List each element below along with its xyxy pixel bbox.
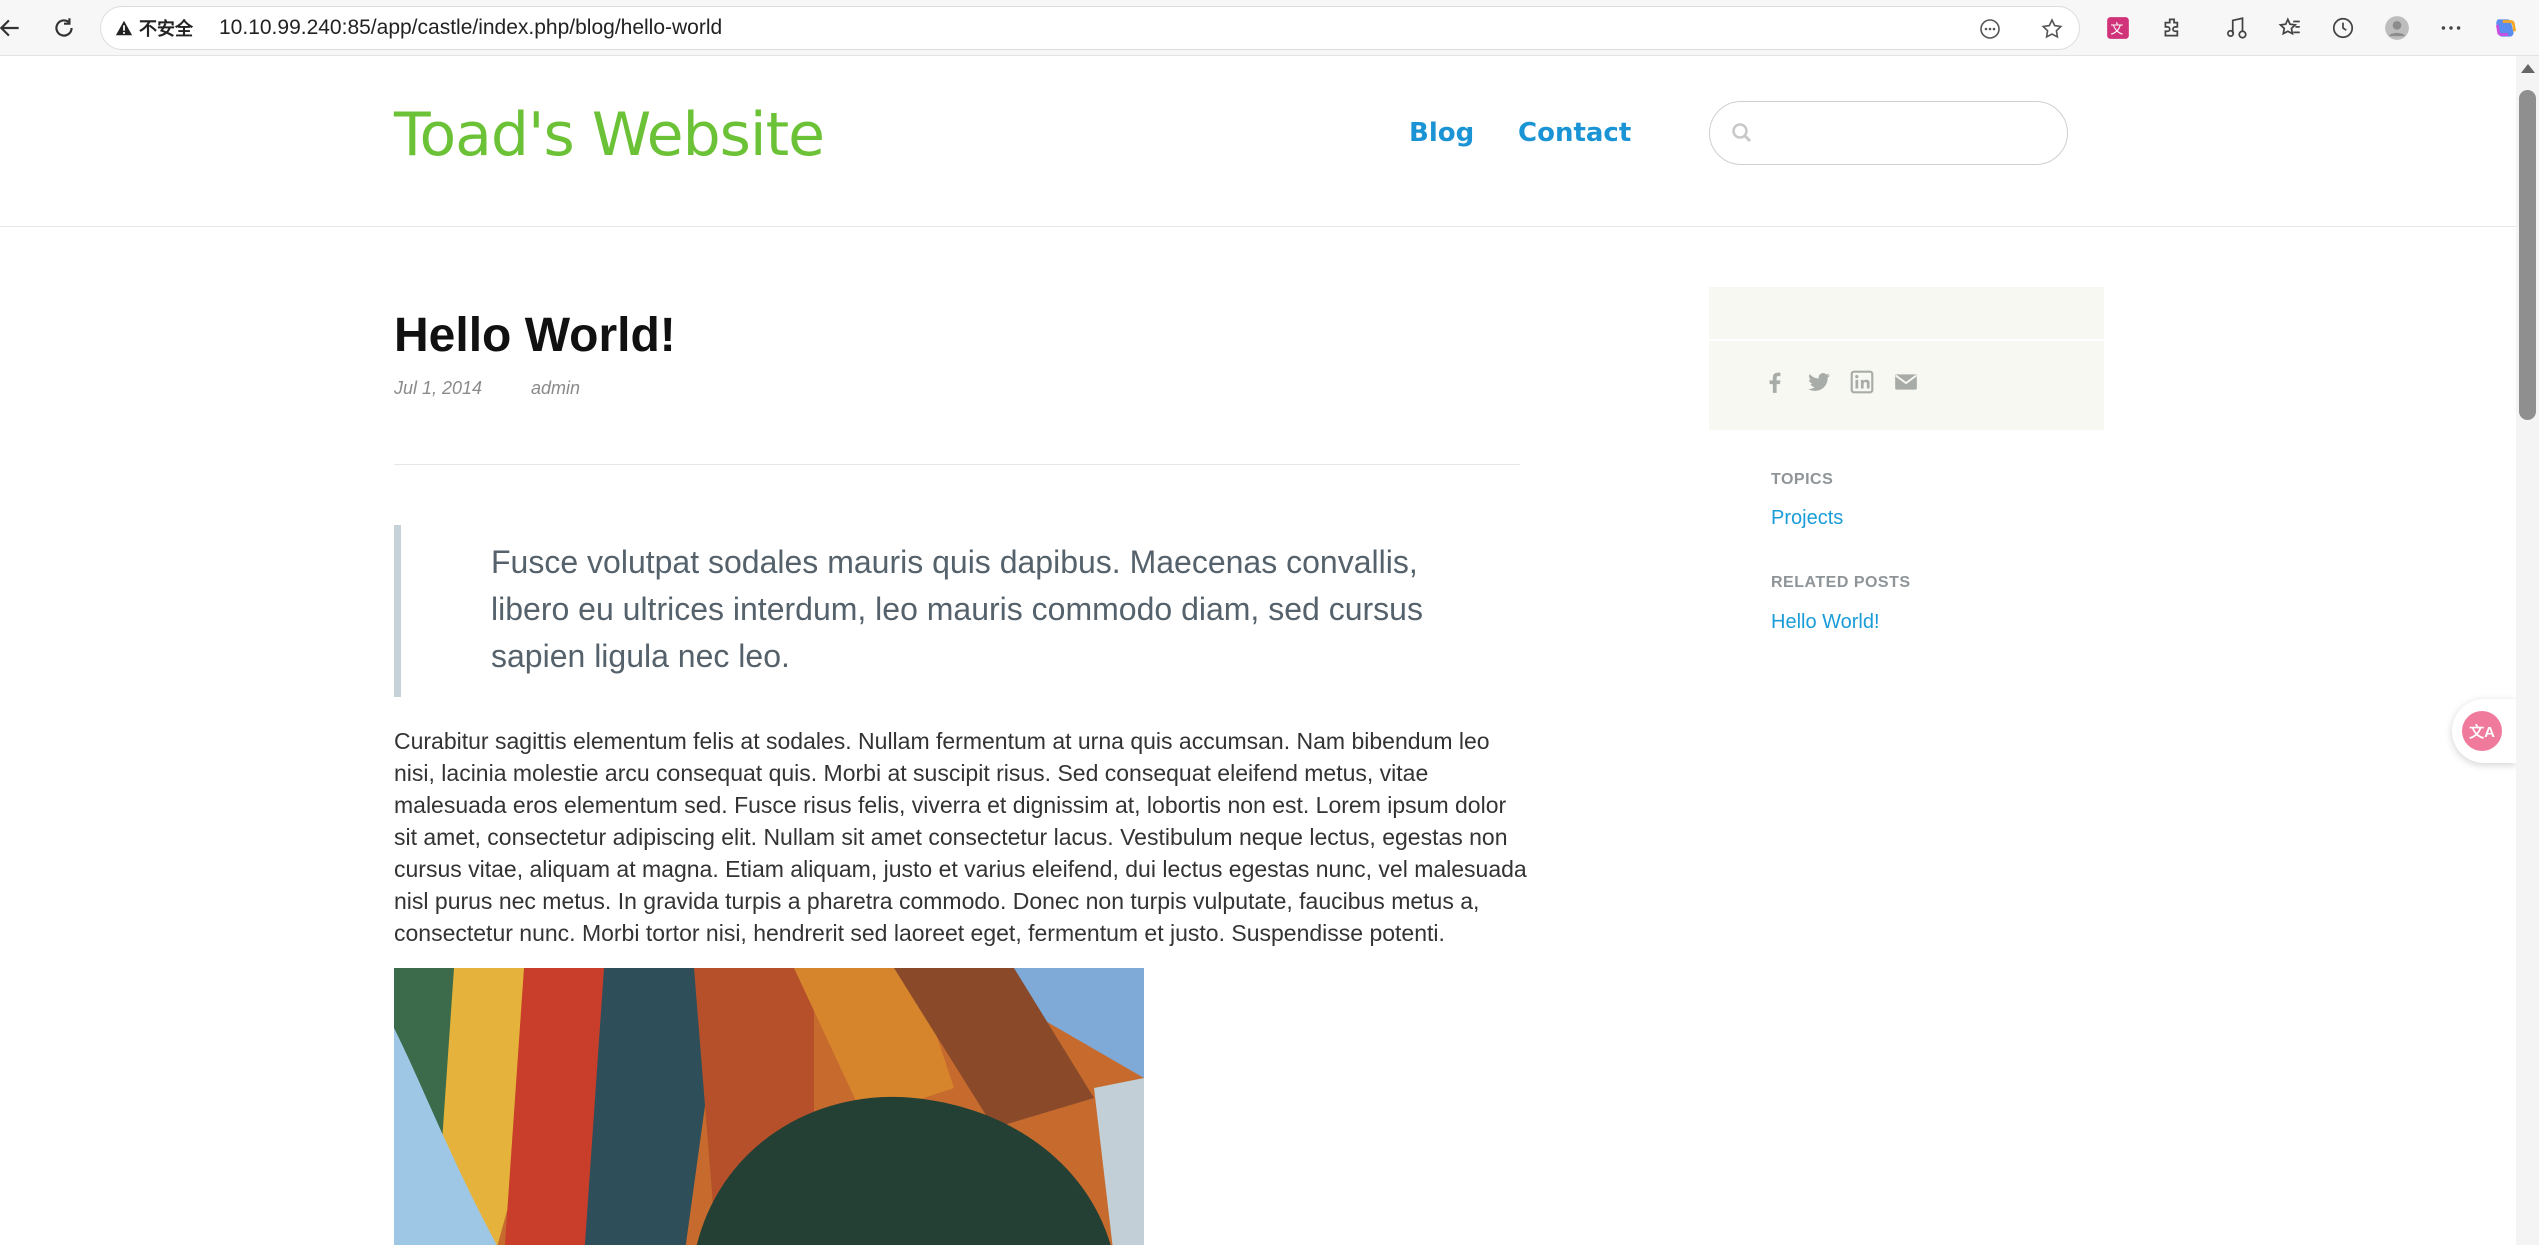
page-content: Toad's Website Blog Contact Hello World!… <box>0 56 2516 1245</box>
svg-text:文: 文 <box>2110 22 2123 37</box>
back-arrow-icon <box>0 19 19 37</box>
settings-more-icon[interactable] <box>2435 12 2467 44</box>
hot-air-balloon-image <box>394 968 1144 1245</box>
scroll-up-arrow-icon[interactable] <box>2521 64 2535 73</box>
email-icon[interactable] <box>1891 367 1921 397</box>
linkedin-icon[interactable] <box>1847 367 1877 397</box>
address-bar[interactable]: 不安全 10.10.99.240:85/app/castle/index.php… <box>100 6 2080 50</box>
favorite-star-icon[interactable] <box>2037 14 2067 44</box>
nav-link-blog[interactable]: Blog <box>1409 118 1474 148</box>
site-title[interactable]: Toad's Website <box>394 100 825 170</box>
share-box <box>1709 287 2104 430</box>
history-icon[interactable] <box>2327 12 2359 44</box>
share-divider <box>1709 339 2104 341</box>
copilot-icon[interactable] <box>2490 12 2522 44</box>
topic-link-projects[interactable]: Projects <box>1771 507 1843 530</box>
post-author[interactable]: admin <box>531 378 580 399</box>
nav-link-contact[interactable]: Contact <box>1518 118 1631 148</box>
floating-translate-button[interactable]: 文A <box>2452 699 2516 763</box>
related-posts-heading: RELATED POSTS <box>1771 574 1911 591</box>
facebook-icon[interactable] <box>1760 367 1790 397</box>
page-scrollbar[interactable] <box>2516 56 2539 1245</box>
scrollbar-thumb[interactable] <box>2519 90 2536 420</box>
translate-extension-icon[interactable]: 文 <box>2102 12 2134 44</box>
post-title: Hello World! <box>394 309 676 362</box>
security-indicator[interactable]: 不安全 <box>115 7 193 49</box>
media-control-icon[interactable] <box>2220 12 2252 44</box>
divider <box>394 464 1520 465</box>
back-button[interactable] <box>0 10 28 46</box>
topics-heading: TOPICS <box>1771 471 1834 488</box>
profile-avatar-icon[interactable] <box>2381 12 2413 44</box>
post-body-paragraph: Curabitur sagittis elementum felis at so… <box>394 728 1527 946</box>
browser-toolbar: 不安全 10.10.99.240:85/app/castle/index.php… <box>0 0 2539 56</box>
reload-button[interactable] <box>46 10 82 46</box>
post-blockquote: Fusce volutpat sodales mauris quis dapib… <box>394 525 1520 697</box>
post-date: Jul 1, 2014 <box>394 378 483 398</box>
url-text[interactable]: 10.10.99.240:85/app/castle/index.php/blo… <box>219 7 722 49</box>
security-label: 不安全 <box>139 19 193 39</box>
site-header: Toad's Website Blog Contact <box>0 56 2516 227</box>
extensions-icon[interactable] <box>2157 12 2189 44</box>
reload-icon <box>55 18 73 37</box>
blockquote-text: Fusce volutpat sodales mauris quis dapib… <box>491 544 1423 674</box>
more-tools-icon[interactable] <box>1975 14 2005 44</box>
favorites-icon[interactable] <box>2274 12 2306 44</box>
translate-icon: 文A <box>2462 711 2502 751</box>
search-input[interactable] <box>1709 101 2068 165</box>
related-post-link[interactable]: Hello World! <box>1771 611 1880 634</box>
warning-icon <box>115 20 133 36</box>
twitter-icon[interactable] <box>1804 367 1834 397</box>
search-icon <box>1732 123 1752 143</box>
